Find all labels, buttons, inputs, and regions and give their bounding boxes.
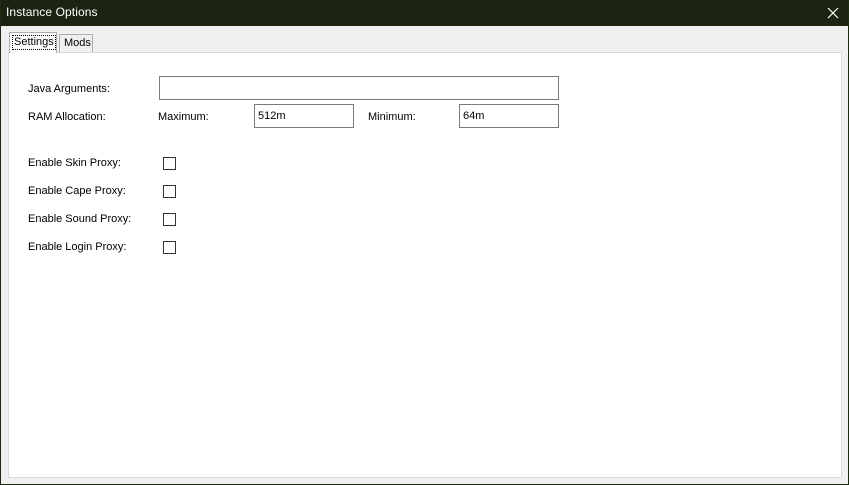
java-arguments-input[interactable] — [159, 76, 559, 100]
instance-options-window: Instance Options Settings Mods Java Argu… — [0, 0, 849, 485]
enable-sound-proxy-label: Enable Sound Proxy: — [28, 213, 132, 225]
enable-login-proxy-checkbox[interactable] — [163, 241, 176, 254]
maximum-ram-input[interactable] — [254, 104, 354, 128]
tab-settings[interactable]: Settings — [9, 32, 57, 53]
enable-skin-proxy-checkbox[interactable] — [163, 157, 176, 170]
enable-sound-proxy-checkbox[interactable] — [163, 213, 176, 226]
close-button[interactable] — [818, 0, 848, 26]
enable-cape-proxy-label: Enable Cape Proxy: — [28, 185, 126, 197]
enable-skin-proxy-label: Enable Skin Proxy: — [28, 157, 121, 169]
tab-mods[interactable]: Mods — [59, 34, 93, 52]
enable-login-proxy-label: Enable Login Proxy: — [28, 241, 127, 253]
tab-mods-label: Mods — [64, 37, 91, 49]
settings-panel: Java Arguments: RAM Allocation: Maximum:… — [8, 52, 842, 478]
java-arguments-label: Java Arguments: — [28, 83, 110, 95]
enable-cape-proxy-checkbox[interactable] — [163, 185, 176, 198]
window-title: Instance Options — [6, 5, 98, 19]
minimum-ram-input[interactable] — [459, 104, 559, 128]
close-icon — [827, 7, 839, 19]
maximum-label: Maximum: — [158, 111, 209, 123]
ram-allocation-label: RAM Allocation: — [28, 111, 106, 123]
tab-settings-label: Settings — [12, 35, 56, 50]
title-bar[interactable]: Instance Options — [1, 0, 848, 26]
minimum-label: Minimum: — [368, 111, 416, 123]
